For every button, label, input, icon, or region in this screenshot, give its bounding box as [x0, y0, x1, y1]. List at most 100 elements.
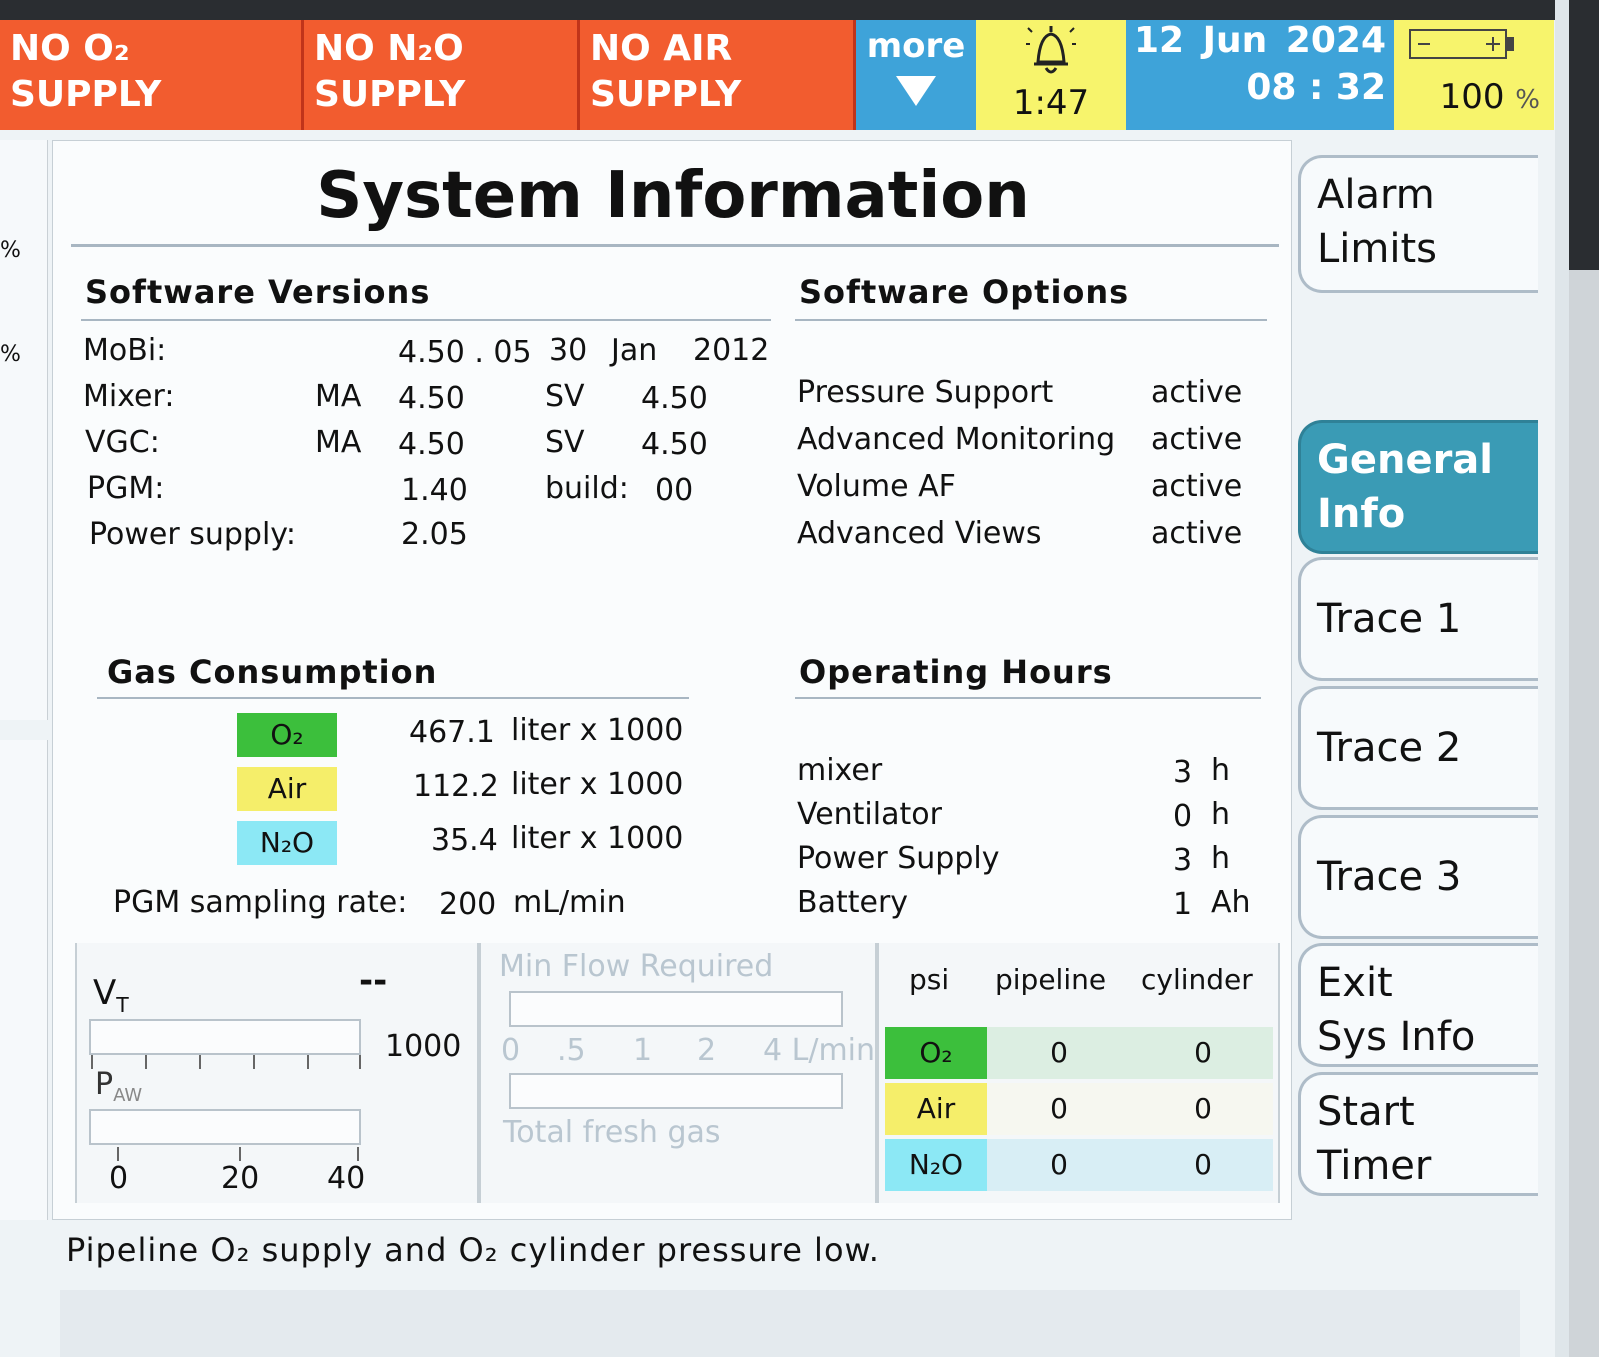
supply-pressure-table: psi pipeline cylinder O₂ 0 0 Air 0 0 N₂O 0 0 [877, 943, 1280, 1203]
operating-hours-name: Ventilator [797, 797, 942, 832]
triangle-down-icon [896, 76, 936, 106]
vt-max: 1000 [385, 1029, 462, 1064]
total-fresh-gas-bar [509, 1073, 843, 1109]
pgm-sampling-unit: mL/min [513, 885, 626, 920]
scale-tick [359, 1055, 361, 1069]
button-label-line1: Trace 1 [1317, 596, 1462, 642]
mobi-year: 2012 [693, 333, 770, 368]
pgm-build-label: build: [545, 471, 629, 506]
software-option-name: Volume AF [797, 469, 956, 504]
flow-scale-05: .5 [557, 1033, 586, 1068]
gas-consumption-heading: Gas Consumption [107, 653, 438, 691]
button-label-line2: Info [1317, 491, 1406, 537]
header-bar: NO O₂ SUPPLY NO N₂O SUPPLY NO AIR SUPPLY… [0, 18, 1560, 130]
mobi-month: Jan [611, 333, 658, 368]
general-info-tab[interactable]: General Info [1298, 420, 1538, 554]
paw-symbol: P [95, 1067, 114, 1102]
date-time-display: 12 Jun 2024 08 : 32 [1126, 18, 1394, 130]
scale-tick [307, 1055, 309, 1069]
vgc-ma-value: 4.50 [398, 427, 465, 462]
page-title: System Information [316, 159, 1030, 233]
pipeline-pressure-value: 0 [1050, 1036, 1068, 1069]
operating-hours-value: 3 [1173, 755, 1193, 790]
operating-hours-value: 0 [1173, 799, 1193, 834]
gas-consumption-unit: liter x 1000 [511, 767, 684, 802]
power-supply-label: Power supply: [89, 517, 296, 552]
title-divider [71, 244, 1279, 247]
software-option-name: Pressure Support [797, 375, 1054, 410]
operating-hours-name: mixer [797, 753, 883, 788]
battery-display: 100 % [1394, 18, 1554, 130]
alarm-no-o2[interactable]: NO O₂ SUPPLY [0, 18, 304, 130]
cylinder-pressure-value: 0 [1194, 1148, 1212, 1181]
left-side-panel: % % [0, 140, 48, 720]
monitor-strip: VT -- 1000 PAW 0 20 40 Min Flow Required [75, 943, 1280, 1203]
mixer-sv: SV [545, 379, 585, 414]
software-option-state: active [1151, 469, 1243, 504]
col-header-pipeline: pipeline [995, 963, 1107, 996]
mixer-sv-value: 4.50 [641, 381, 708, 416]
cylinder-pressure-value: 0 [1194, 1036, 1212, 1069]
flow-scale-4: 4 L/min [763, 1033, 876, 1068]
pipeline-pressure-value: 0 [1050, 1148, 1068, 1181]
section-divider [97, 697, 689, 699]
monitor-bezel-right [1555, 0, 1599, 1357]
more-label: more [866, 26, 966, 66]
pgm-value: 1.40 [401, 473, 468, 508]
min-flow-label: Min Flow Required [499, 949, 774, 984]
timer-display[interactable]: 1:47 [976, 18, 1126, 130]
flow-scale-1: 1 [633, 1033, 653, 1068]
flow-scale-2: 2 [697, 1033, 717, 1068]
software-versions-heading: Software Versions [85, 273, 431, 311]
alarm-limits-button[interactable]: Alarm Limits [1298, 155, 1538, 293]
pgm-sampling-value: 200 [439, 887, 497, 922]
power-supply-value: 2.05 [401, 517, 468, 552]
vgc-sv-value: 4.50 [641, 427, 708, 462]
screen: NO O₂ SUPPLY NO N₂O SUPPLY NO AIR SUPPLY… [0, 0, 1560, 1357]
operating-hours-unit: h [1211, 797, 1231, 832]
trace-3-tab[interactable]: Trace 3 [1298, 815, 1538, 939]
gas-swatch: N₂O [237, 821, 337, 865]
alarm-no-n2o[interactable]: NO N₂O SUPPLY [304, 18, 580, 130]
vt-subscript: T [116, 992, 129, 1017]
button-label-line2: Sys Info [1317, 1014, 1476, 1060]
time-value: 08 : 32 [1246, 67, 1386, 108]
pressure-gas-label: N₂O [885, 1139, 987, 1191]
operating-hours-unit: Ah [1211, 885, 1251, 920]
more-alarms-button[interactable]: more [856, 18, 976, 130]
mixer-ma: MA [315, 379, 362, 414]
date-day: 12 [1134, 20, 1185, 61]
scale-tick [253, 1055, 255, 1069]
bottom-strip [60, 1290, 1520, 1357]
battery-icon [1409, 29, 1514, 59]
software-option-name: Advanced Monitoring [797, 422, 1116, 457]
alarm-no-air[interactable]: NO AIR SUPPLY [580, 18, 856, 130]
mobi-version: 4.50 . 05 [398, 335, 532, 370]
section-divider [795, 319, 1267, 321]
col-header-cylinder: cylinder [1141, 963, 1253, 996]
paw-subscript: AW [113, 1085, 143, 1106]
alarm-line1: NO N₂O [314, 28, 464, 69]
alarm-line2: SUPPLY [10, 74, 162, 115]
min-flow-bar [509, 991, 843, 1027]
vgc-ma: MA [315, 425, 362, 460]
scale-tick [199, 1055, 201, 1069]
section-divider [795, 697, 1261, 699]
trace-1-tab[interactable]: Trace 1 [1298, 557, 1538, 681]
trace-2-tab[interactable]: Trace 2 [1298, 686, 1538, 810]
pgm-build-value: 00 [655, 473, 694, 508]
vt-label: VT [93, 973, 129, 1017]
mixer-ma-value: 4.50 [398, 381, 465, 416]
start-timer-button[interactable]: Start Timer [1298, 1072, 1538, 1196]
operating-hours-heading: Operating Hours [799, 653, 1113, 691]
timer-value: 1:47 [1012, 83, 1090, 123]
vt-paw-panel: VT -- 1000 PAW 0 20 40 [75, 943, 479, 1203]
date-year: 2024 [1285, 20, 1386, 61]
software-option-state: active [1151, 375, 1243, 410]
software-option-name: Advanced Views [797, 516, 1042, 551]
exit-sys-info-button[interactable]: Exit Sys Info [1298, 943, 1538, 1067]
alarm-line1: NO O₂ [10, 28, 130, 69]
monitor-bezel-top [0, 0, 1599, 20]
button-label-line1: Alarm [1317, 172, 1435, 218]
fresh-gas-flow-panel: Min Flow Required 0 .5 1 2 4 L/min Total… [479, 943, 877, 1203]
